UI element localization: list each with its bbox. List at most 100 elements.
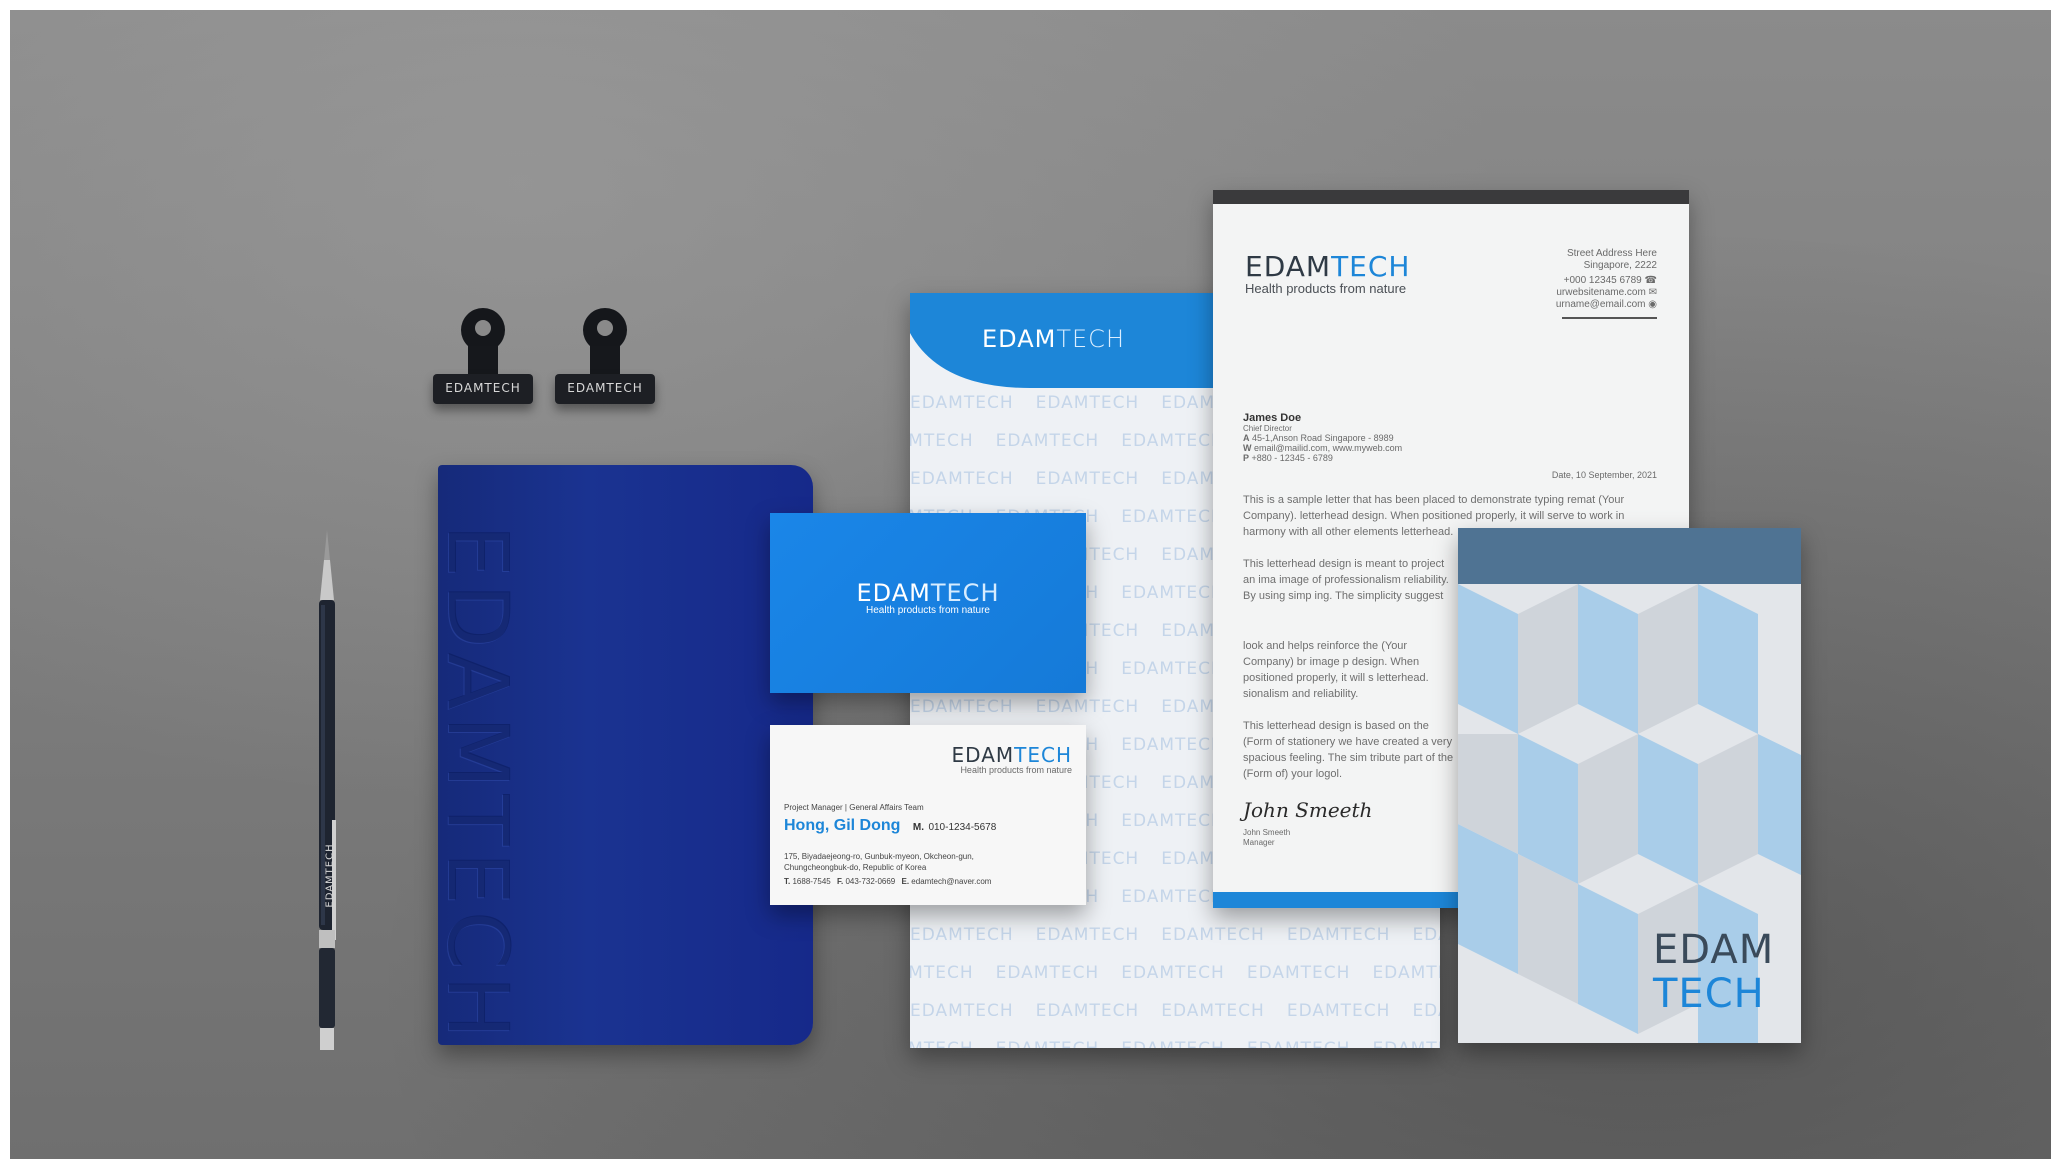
contact-web: urwebsitename.com ✉ [1556,287,1657,299]
pattern-logo-text: EDAMTECH [910,963,974,983]
card-mobile: 010-1234-5678 [928,822,997,833]
notepad-logo: EDAM TECH [1653,928,1774,1016]
recipient-title: Chief Director [1243,424,1292,433]
letter-paragraph: This letterhead design is meant to proje… [1243,558,1449,602]
logo-edam: EDAM [1653,927,1775,973]
pattern-logo-text: EDAMTECH [1121,431,1225,451]
card-address: 175, Biyadaejeong-ro, Gunbuk-myeon, Okch… [784,851,974,873]
logo-edam: EDAM [1245,250,1332,283]
pattern-logo-text: EDAMTECH [1121,507,1225,527]
pattern-logo-text: EDAMTECH [1121,583,1225,603]
label-a: A [1243,433,1250,443]
pattern-logo-text: EDAMTECH [1121,659,1225,679]
mechanical-pencil: EDAMTECH [310,530,344,1050]
clip-hole [475,320,491,336]
pattern-logo-text: EDAMTECH [1035,469,1140,489]
pattern-logo-text: EDAMTECH [1035,393,1140,413]
phone-icon: ☎ [1644,275,1657,286]
tel-label: T. [784,877,791,886]
pattern-logo-text: EDAMTECH [910,1001,1014,1021]
pattern-logo-text: EDAMTECH [1035,697,1140,717]
contact-email: urname@email.com ◉ [1556,299,1657,311]
pattern-row: EDAMTECH EDAMTECH EDAMTECH EDAMTECH EDAMTECH… [910,1039,1440,1048]
notebook: EDAMTECH [429,465,813,1045]
logo-edam: EDAM [856,579,931,607]
logo-tech: TECH [1331,250,1411,283]
recipient-name: James Doe [1243,412,1302,424]
card-name-line: Hong, Gil Dong M. 010-1234-5678 [784,817,996,835]
pattern-logo-text: EDAMTECH [1246,963,1351,983]
pattern-logo-text: EDAMTECH [1121,735,1225,755]
pencil-label: EDAMTECH [324,843,336,908]
binder-clip-right: EDAMTECH [550,308,660,420]
signer-title: Manager [1243,838,1275,847]
letter-paragraph: look and helps reinforce the (Your Compa… [1243,640,1429,700]
pattern-logo-text: EDAMTECH [1121,811,1225,831]
letter-date: Date, 10 September, 2021 [1551,470,1657,480]
clip-neck [590,346,620,374]
clip-body: EDAMTECH [555,374,655,404]
pattern-logo-text: EDAMTECH [995,431,1100,451]
letterhead-top-band [1213,190,1689,204]
logo-slogan: Health products from nature [866,605,990,616]
logo-edam: EDAM [982,325,1057,353]
recipient-address: A 45-1,Anson Road Singapore - 8989 [1243,433,1402,443]
fax-value: 043-732-0669 [845,877,896,886]
pattern-logo-text: EDAMTECH [1286,1001,1391,1021]
pattern-logo-text: EDAMTECH [910,393,1014,413]
pattern-logo-text: EDAMTECH [1412,1001,1440,1021]
card-back-logo: EDAMTECH Health products from nature [952,743,1072,775]
label-p: P [1243,453,1250,463]
card-address-line1: 175, Biyadaejeong-ro, Gunbuk-myeon, Okch… [784,852,974,861]
phone-value: +880 - 12345 - 6789 [1251,453,1333,463]
pattern-logo-text: EDAMTECH [1121,887,1225,907]
phone-text: +000 12345 6789 [1563,275,1642,286]
pattern-logo-text: EDAMTECH [1286,925,1391,945]
logo-tech: TECH [930,579,1000,607]
pattern-logo-text: EDAMTECH [1372,963,1440,983]
email-label: E. [901,877,910,886]
scene-background: EDAMTECH EDAMTECH EDAMTECH EDAMTECH EDAM… [10,10,2051,1159]
clip-neck [468,346,498,374]
notepad: EDAM TECH [1458,528,1801,1043]
pattern-row: EDAMTECH EDAMTECH EDAMTECH EDAMTECH EDAMTECH… [910,963,1440,983]
card-address-line2: Chungcheongbuk-do, Republic of Korea [784,863,927,872]
pattern-logo-text: EDAMTECH [910,469,1014,489]
clip-body: EDAMTECH [433,374,533,404]
pattern-logo-text: EDAMTECH [1121,963,1225,983]
notebook-embossed-logo: EDAMTECH [429,485,527,1044]
card-front-logo: EDAMTECH Health products from nature [770,579,1086,616]
logo-tech: TECH [1056,325,1125,353]
letterhead-logo: EDAMTECH Health products from nature [1245,250,1410,296]
logo-slogan: Health products from nature [960,765,1072,775]
web-text: urwebsitename.com [1556,287,1646,298]
pencil-shape [319,530,336,1050]
card-role: Project Manager | General Affairs Team [784,803,924,812]
fax-label: F. [836,877,844,886]
letter-paragraph: This letterhead design is based on the (… [1243,720,1454,780]
pattern-logo-text: EDAMTECH [1247,1039,1351,1048]
pattern-logo-text: EDAMTECH [1035,1001,1140,1021]
notebook-emboss-text: EDAMTECH [429,524,527,1045]
pattern-row: EDAMTECH EDAMTECH EDAMTECH EDAMTECH EDAMTECH… [910,1001,1440,1021]
logo-edam: EDAM [951,743,1015,767]
pattern-logo-text: EDAMTECH [995,963,1100,983]
pattern-logo-text: EDAMTECH [910,925,1014,945]
pattern-logo-text: EDAMTECH [910,431,974,451]
mail-icon: ✉ [1648,287,1657,298]
pattern-row: EDAMTECH EDAMTECH EDAMTECH EDAMTECH EDAMTECH… [910,925,1440,945]
clip-label: EDAMTECH [445,381,521,395]
business-card-front: EDAMTECH Health products from nature [770,513,1086,693]
pattern-logo-text: EDAMTECH [1121,1039,1225,1048]
pattern-logo-text: EDAMTECH [1035,925,1140,945]
email-value: edamtech@naver.com [911,877,992,886]
address-value: 45-1,Anson Road Singapore - 8989 [1252,433,1394,443]
pattern-logo-text: EDAMTECH [996,1039,1100,1048]
logo-tech: TECH [1653,971,1765,1017]
recipient-web: W email@mailid.com, www.myweb.com [1243,443,1402,453]
binder-clip-left: EDAMTECH [428,308,538,420]
recipient-block: James Doe Chief Director A 45-1,Anson Ro… [1243,412,1402,463]
contact-phone: +000 12345 6789 ☎ [1556,275,1657,287]
email-text: urname@email.com [1555,299,1646,310]
web-value: email@mailid.com, www.myweb.com [1254,443,1403,453]
